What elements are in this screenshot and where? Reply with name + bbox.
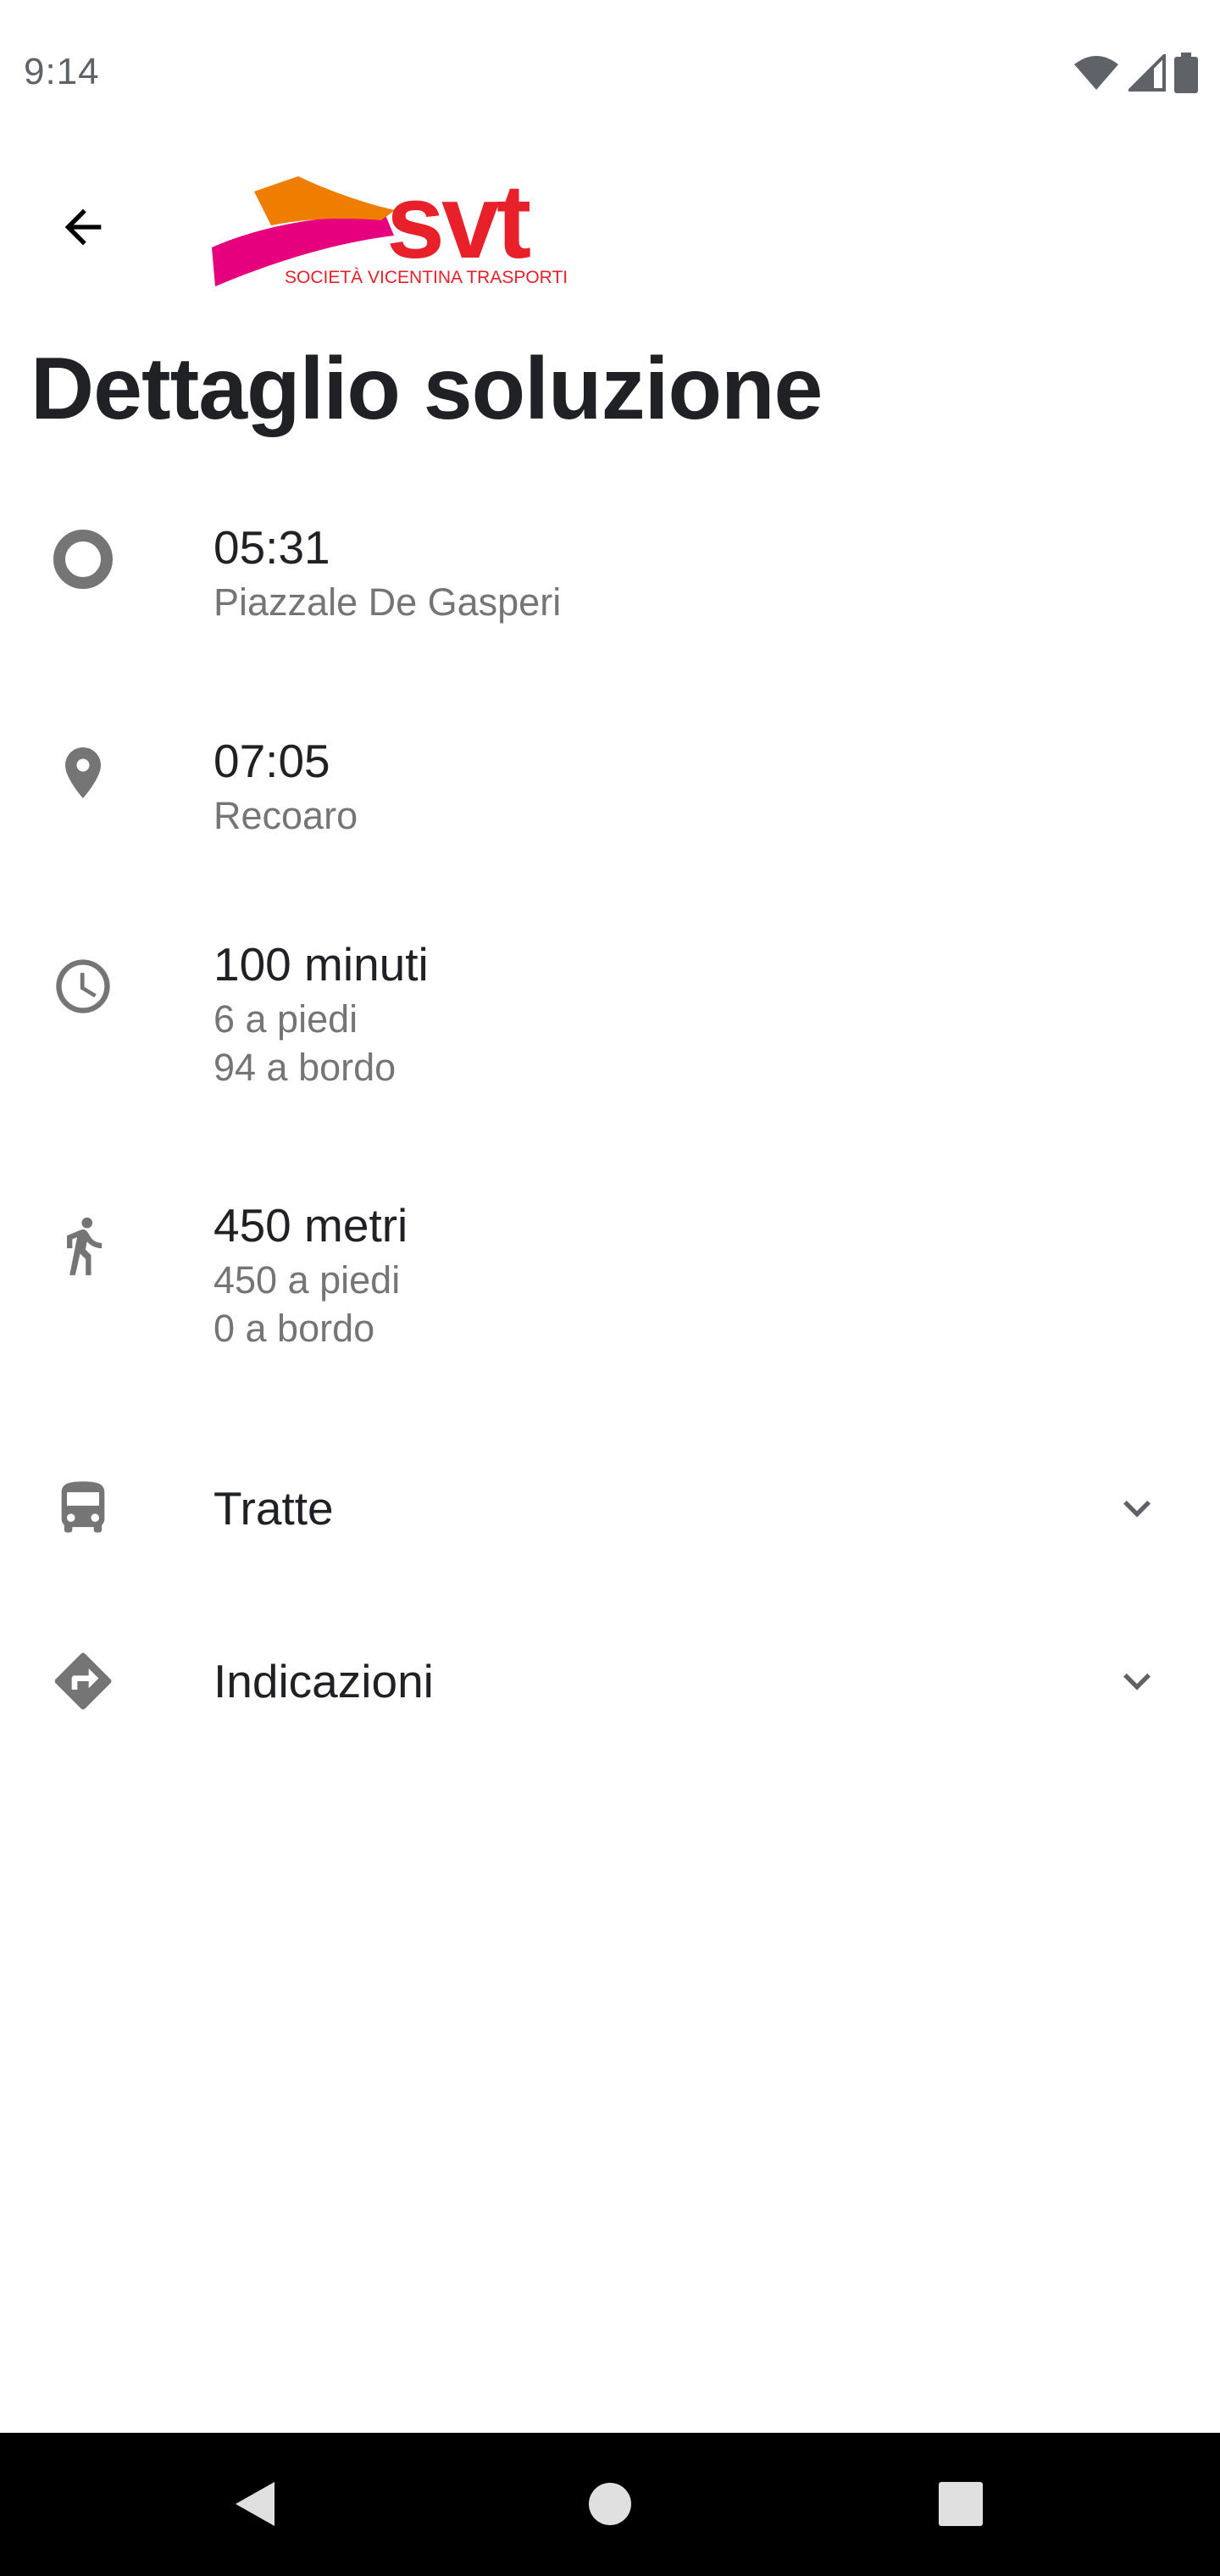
status-bar: 9:14	[0, 0, 1220, 144]
chevron-down-icon[interactable]	[1096, 1468, 1178, 1549]
directions-expandable-row[interactable]: Indicazioni	[0, 1641, 1220, 1725]
wifi-icon	[1074, 56, 1118, 90]
svg-text:SOCIETÀ VICENTINA TRASPORTI: SOCIETÀ VICENTINA TRASPORTI	[285, 268, 568, 287]
distance-total: 450 metri	[214, 1199, 408, 1252]
departure-row: 05:31 Piazzale De Gasperi	[0, 517, 1220, 652]
bus-icon	[42, 1468, 124, 1549]
duration-walking: 6 a piedi	[214, 997, 358, 1041]
legs-label: Tratte	[214, 1482, 334, 1535]
duration-onboard: 94 a bordo	[214, 1046, 396, 1089]
nav-home-icon[interactable]	[569, 2463, 651, 2545]
distance-walking: 450 a piedi	[214, 1258, 401, 1302]
back-button[interactable]	[42, 186, 124, 268]
svg-text:svt: svt	[386, 166, 530, 280]
clock-icon	[42, 946, 124, 1027]
duration-total: 100 minuti	[214, 938, 429, 991]
status-icons	[1073, 53, 1198, 93]
arrival-time: 07:05	[214, 735, 330, 787]
cell-signal-icon	[1128, 54, 1166, 92]
status-time: 9:14	[24, 51, 100, 92]
duration-row: 100 minuti 6 a piedi 94 a bordo	[0, 934, 1220, 1103]
page-title: Dettaglio soluzione	[30, 340, 823, 438]
nav-back-icon[interactable]	[214, 2463, 295, 2545]
walking-icon	[42, 1205, 124, 1286]
arrow-back-icon	[64, 208, 102, 246]
departure-time: 05:31	[214, 521, 330, 574]
origin-circle-icon	[42, 519, 124, 600]
arrival-row: 07:05 Recoaro	[0, 730, 1220, 866]
chevron-down-icon[interactable]	[1096, 1641, 1178, 1722]
svt-logo: svt SOCIETÀ VICENTINA TRASPORTI	[212, 164, 585, 293]
location-pin-icon	[42, 732, 124, 813]
distance-onboard: 0 a bordo	[214, 1307, 375, 1350]
directions-icon	[42, 1641, 124, 1722]
arrival-place: Recoaro	[214, 794, 358, 837]
app-bar: svt SOCIETÀ VICENTINA TRASPORTI	[0, 144, 1220, 314]
directions-label: Indicazioni	[214, 1655, 434, 1707]
departure-place: Piazzale De Gasperi	[214, 580, 562, 624]
distance-row: 450 metri 450 a piedi 0 a bordo	[0, 1195, 1220, 1364]
nav-recents-icon[interactable]	[920, 2463, 1001, 2545]
system-navigation-bar	[0, 2433, 1220, 2576]
battery-icon	[1174, 53, 1198, 93]
legs-expandable-row[interactable]: Tratte	[0, 1468, 1220, 1552]
